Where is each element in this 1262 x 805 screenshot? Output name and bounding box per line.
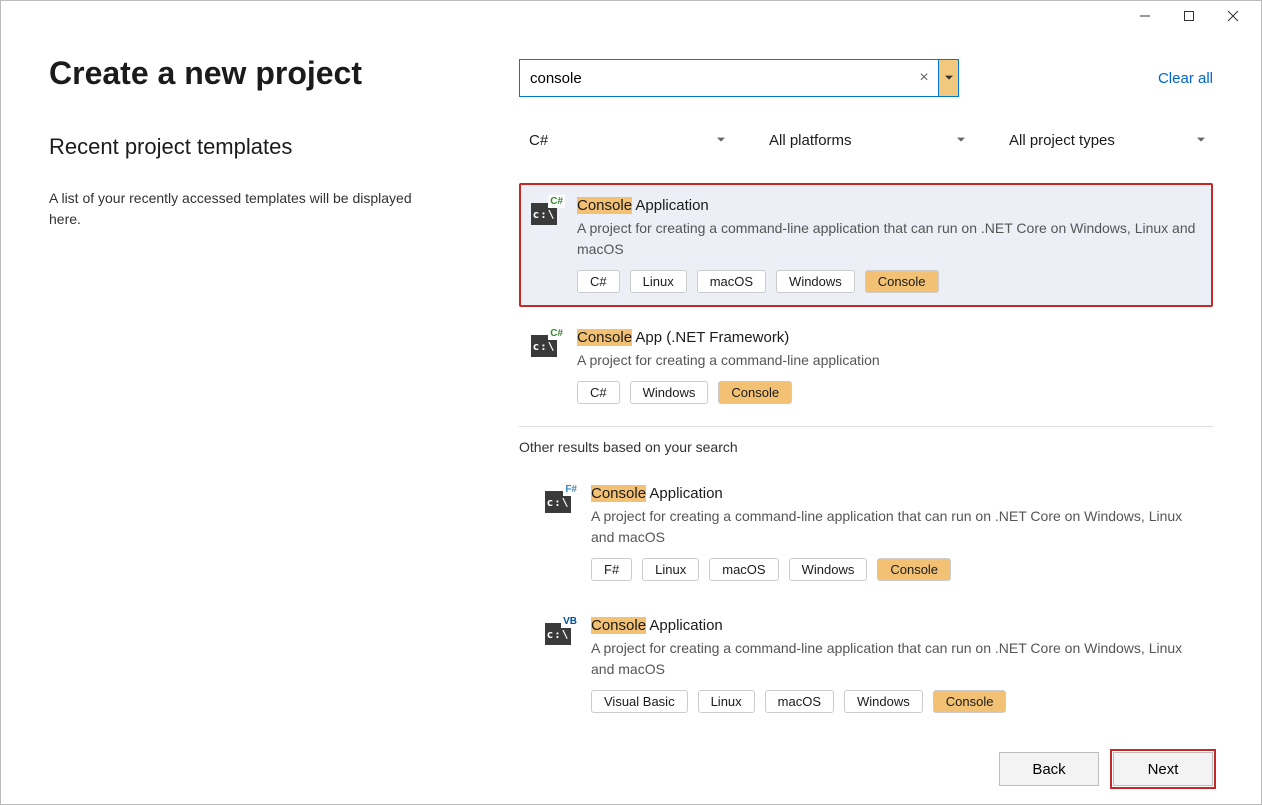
template-tag: macOS bbox=[709, 558, 778, 581]
chevron-down-icon bbox=[1197, 137, 1205, 143]
search-dropdown-button[interactable] bbox=[939, 59, 959, 97]
recent-templates-desc: A list of your recently accessed templat… bbox=[49, 188, 429, 230]
language-filter-label: C# bbox=[529, 132, 548, 149]
other-template-list: c:\F# Console Application A project for cr… bbox=[519, 471, 1213, 727]
template-item[interactable]: c:\VB Console Application A project for cr… bbox=[533, 603, 1213, 727]
template-tag: Linux bbox=[642, 558, 699, 581]
template-tag: F# bbox=[591, 558, 632, 581]
template-tag: Visual Basic bbox=[591, 690, 688, 713]
back-button[interactable]: Back bbox=[999, 752, 1099, 786]
template-title: Console Application bbox=[591, 485, 1201, 502]
search-box: × bbox=[519, 59, 939, 97]
template-item[interactable]: c:\F# Console Application A project for cr… bbox=[533, 471, 1213, 595]
template-tag: Linux bbox=[698, 690, 755, 713]
platform-filter-label: All platforms bbox=[769, 132, 852, 149]
template-tag: C# bbox=[577, 381, 620, 404]
template-tags: F# Linux macOS Windows Console bbox=[591, 558, 1201, 581]
template-tag: Console bbox=[877, 558, 951, 581]
template-title: Console Application bbox=[577, 197, 1201, 214]
template-tag: Linux bbox=[630, 270, 687, 293]
template-tag: C# bbox=[577, 270, 620, 293]
template-tags: Visual Basic Linux macOS Windows Console bbox=[591, 690, 1201, 713]
clear-search-icon[interactable]: × bbox=[910, 69, 938, 87]
template-title: Console Application bbox=[591, 617, 1201, 634]
next-button[interactable]: Next bbox=[1113, 752, 1213, 786]
clear-all-link[interactable]: Clear all bbox=[1158, 70, 1213, 87]
console-app-icon: c:\C# bbox=[531, 329, 563, 357]
template-item[interactable]: c:\C# Console Application A project for cr… bbox=[519, 183, 1213, 307]
template-tag: Console bbox=[718, 381, 792, 404]
template-desc: A project for creating a command-line ap… bbox=[591, 506, 1201, 548]
template-tag: Windows bbox=[630, 381, 709, 404]
template-tag: Windows bbox=[844, 690, 923, 713]
console-app-icon: c:\VB bbox=[545, 617, 577, 645]
template-tags: C# Windows Console bbox=[577, 381, 1201, 404]
separator bbox=[519, 426, 1213, 427]
chevron-down-icon bbox=[957, 137, 965, 143]
chevron-down-icon bbox=[945, 75, 953, 81]
titlebar bbox=[1, 1, 1261, 31]
platform-filter[interactable]: All platforms bbox=[759, 123, 973, 157]
recent-templates-title: Recent project templates bbox=[49, 134, 479, 160]
minimize-button[interactable] bbox=[1123, 2, 1167, 30]
template-item[interactable]: c:\C# Console App (.NET Framework) A proje… bbox=[519, 315, 1213, 418]
template-tag: macOS bbox=[765, 690, 834, 713]
template-tag: Console bbox=[865, 270, 939, 293]
template-tag: Windows bbox=[776, 270, 855, 293]
project-type-filter[interactable]: All project types bbox=[999, 123, 1213, 157]
other-results-label: Other results based on your search bbox=[519, 439, 1213, 455]
template-title: Console App (.NET Framework) bbox=[577, 329, 1201, 346]
template-desc: A project for creating a command-line ap… bbox=[577, 350, 1201, 371]
maximize-button[interactable] bbox=[1167, 2, 1211, 30]
console-app-icon: c:\C# bbox=[531, 197, 563, 225]
chevron-down-icon bbox=[717, 137, 725, 143]
console-app-icon: c:\F# bbox=[545, 485, 577, 513]
template-tag: Windows bbox=[789, 558, 868, 581]
template-desc: A project for creating a command-line ap… bbox=[591, 638, 1201, 680]
page-title: Create a new project bbox=[49, 55, 479, 92]
template-tag: Console bbox=[933, 690, 1007, 713]
template-tag: macOS bbox=[697, 270, 766, 293]
search-input[interactable] bbox=[530, 60, 910, 96]
language-filter[interactable]: C# bbox=[519, 123, 733, 157]
project-type-filter-label: All project types bbox=[1009, 132, 1115, 149]
template-tags: C# Linux macOS Windows Console bbox=[577, 270, 1201, 293]
footer: Back Next bbox=[1, 734, 1261, 804]
close-button[interactable] bbox=[1211, 2, 1255, 30]
template-list: c:\C# Console Application A project for cr… bbox=[519, 183, 1213, 418]
template-desc: A project for creating a command-line ap… bbox=[577, 218, 1201, 260]
